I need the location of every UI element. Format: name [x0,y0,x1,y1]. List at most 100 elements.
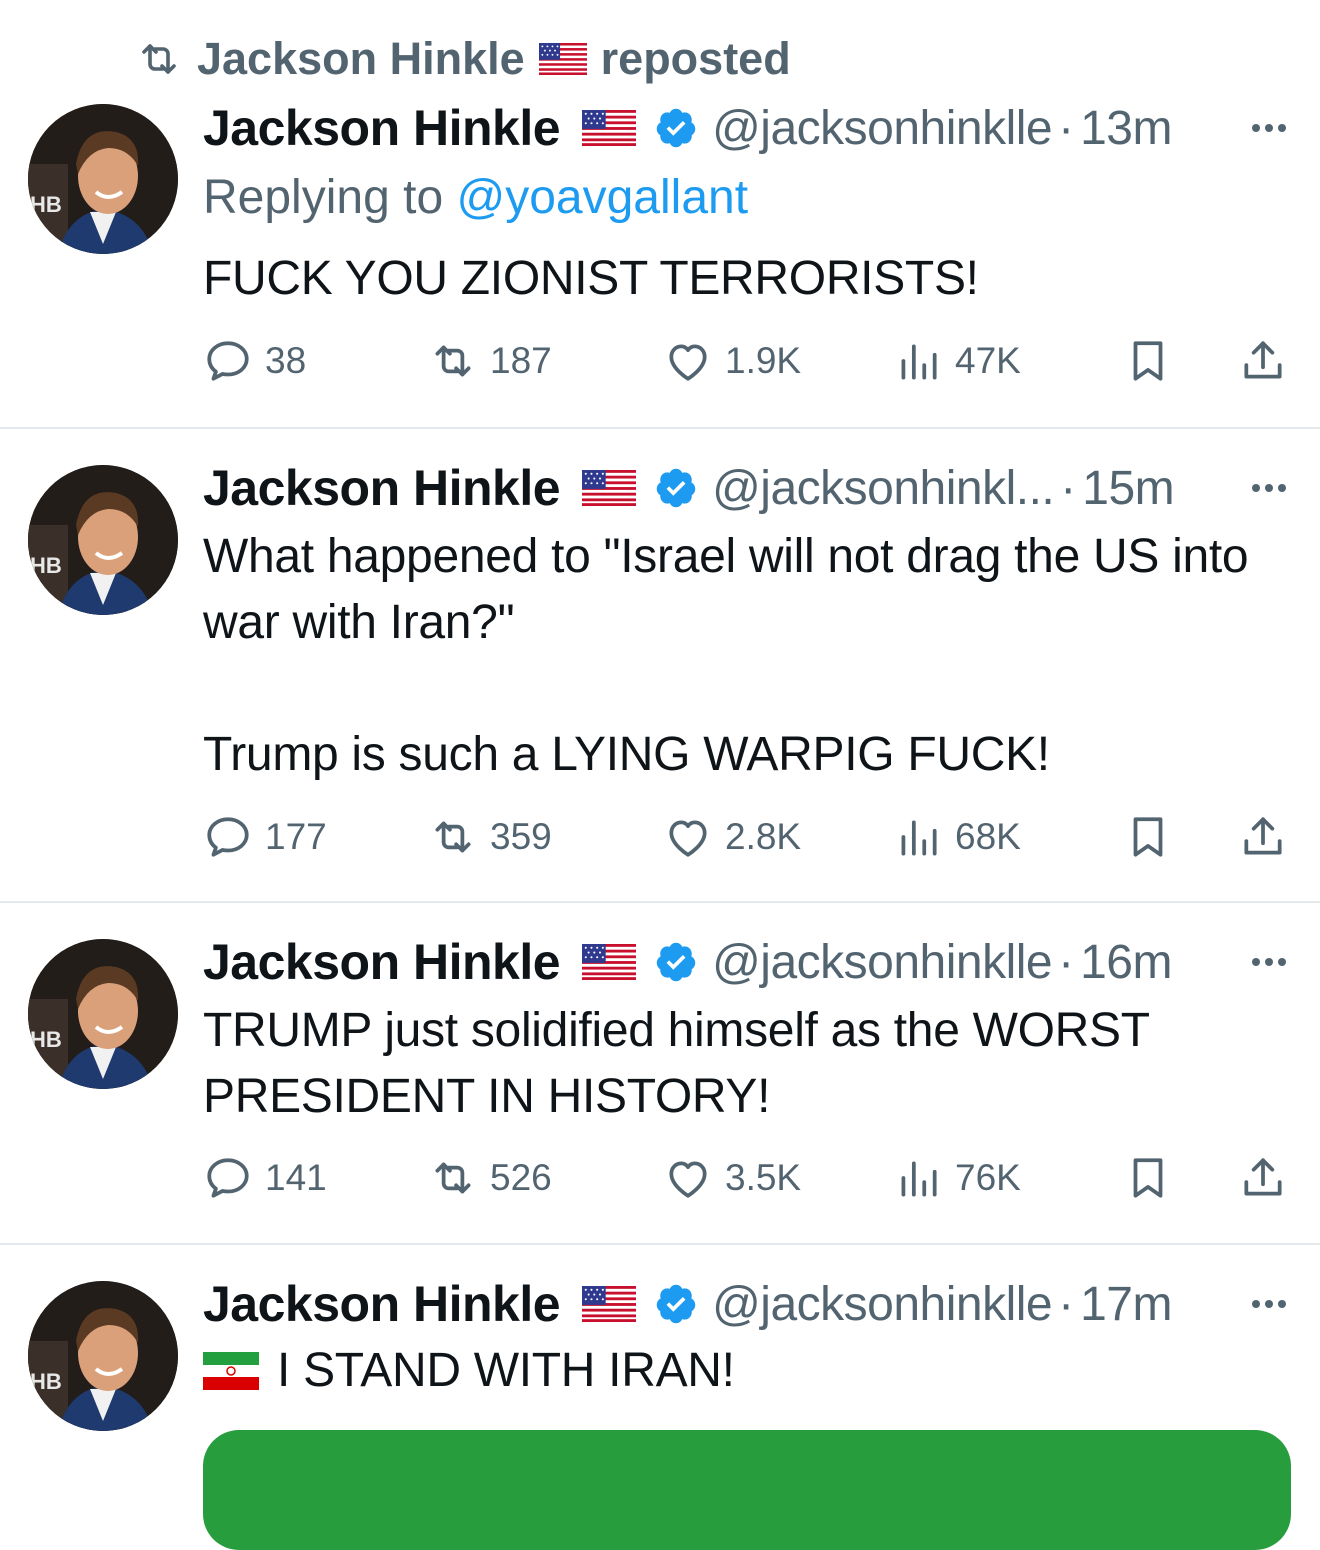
reply-button[interactable]: 141 [203,1153,327,1203]
repost-button[interactable]: 187 [428,336,552,386]
reply-button[interactable]: 38 [203,336,306,386]
separator-dot: · [1058,101,1075,155]
separator-dot: · [1060,461,1077,515]
bookmark-button[interactable] [1123,336,1173,386]
bookmark-icon [1123,812,1173,862]
bookmark-icon [1123,336,1173,386]
tweet-text: FUCK YOU ZIONIST TERRORISTS! [203,252,979,305]
timestamp[interactable]: 16m [1080,935,1172,990]
iran-flag-icon [203,1352,259,1390]
views-icon [893,812,943,862]
reply-icon [203,336,253,386]
repost-icon [428,336,478,386]
like-count: 2.8K [725,816,802,857]
us-flag-icon [582,1286,636,1322]
views-icon [893,1153,943,1203]
reply-icon [203,812,253,862]
tweet-text: TRUMP just solidified himself as the WOR… [203,1004,1162,1123]
heart-icon [663,336,713,386]
reply-button[interactable]: 177 [203,812,327,862]
views-icon [893,336,943,386]
timestamp[interactable]: 17m [1080,1277,1172,1332]
timestamp[interactable]: 13m [1080,101,1172,156]
us-flag-icon [582,470,636,506]
repost-count: 526 [490,1157,552,1198]
avatar[interactable] [28,939,178,1089]
avatar[interactable] [28,465,178,615]
reply-icon [203,1153,253,1203]
views-button[interactable]: 68K [893,812,1021,862]
share-button[interactable] [1238,1153,1288,1203]
like-button[interactable]: 3.5K [663,1153,801,1203]
bookmark-button[interactable] [1123,812,1173,862]
repost-icon [428,812,478,862]
avatar[interactable] [28,1281,178,1431]
separator-dot: · [1058,935,1075,989]
repost-banner-suffix: reposted [600,33,791,84]
author-handle[interactable]: @jacksonhinklle [712,935,1053,990]
action-bar: 38 187 1.9K 47K [203,336,1293,386]
more-options-icon[interactable] [1252,124,1290,132]
us-flag-icon [582,110,636,146]
media-card[interactable] [203,1430,1291,1550]
share-icon [1238,1153,1288,1203]
author-name[interactable]: Jackson Hinkle [203,1275,561,1333]
views-button[interactable]: 47K [893,336,1021,386]
like-button[interactable]: 2.8K [663,812,801,862]
verified-badge-icon[interactable] [654,1282,698,1326]
view-count: 68K [955,816,1021,857]
view-count: 47K [955,340,1021,381]
like-count: 3.5K [725,1157,802,1198]
author-name[interactable]: Jackson Hinkle [203,933,561,991]
views-button[interactable]: 76K [893,1153,1021,1203]
verified-badge-icon[interactable] [654,940,698,984]
share-icon [1238,812,1288,862]
divider [0,427,1320,429]
repost-banner: Jackson Hinkle reposted [135,30,791,88]
replying-to: Replying to @yoavgallant [203,170,748,225]
like-button[interactable]: 1.9K [663,336,801,386]
tweet-text-container: I STAND WITH IRAN! [203,1338,1293,1404]
author-handle[interactable]: @jacksonhinklle [712,101,1053,156]
tweet-text: What happened to "Israel will not drag t… [203,530,1249,781]
tweet-header: Jackson Hinkle @jacksonhinklle · 13m [203,96,1290,160]
action-bar: 141 526 3.5K 76K [203,1153,1293,1203]
timestamp[interactable]: 15m [1082,461,1174,516]
divider [0,1243,1320,1245]
bookmark-button[interactable] [1123,1153,1173,1203]
repost-icon [135,35,183,83]
tweet-text: I STAND WITH IRAN! [277,1344,735,1397]
tweet-header: Jackson Hinkle @jacksonhinkl... · 15m [203,456,1290,520]
heart-icon [663,812,713,862]
replying-to-label: Replying to [203,171,457,224]
us-flag-icon [582,944,636,980]
view-count: 76K [955,1157,1021,1198]
reply-mention-link[interactable]: @yoavgallant [456,171,748,224]
divider [0,901,1320,903]
repost-count: 187 [490,340,552,381]
verified-badge-icon[interactable] [654,106,698,150]
like-count: 1.9K [725,340,802,381]
tweet-header: Jackson Hinkle @jacksonhinklle · 17m [203,1272,1290,1336]
avatar[interactable] [28,104,178,254]
reply-count: 38 [265,340,307,381]
share-button[interactable] [1238,336,1288,386]
more-options-icon[interactable] [1252,1300,1290,1308]
repost-button[interactable]: 359 [428,812,552,862]
repost-button[interactable]: 526 [428,1153,552,1203]
author-name[interactable]: Jackson Hinkle [203,459,561,517]
repost-banner-name[interactable]: Jackson Hinkle [197,33,525,85]
reply-count: 141 [265,1157,327,1198]
action-bar: 177 359 2.8K 68K [203,812,1293,862]
author-handle[interactable]: @jacksonhinkl... [712,461,1055,516]
more-options-icon[interactable] [1252,958,1290,966]
verified-badge-icon[interactable] [654,466,698,510]
repost-count: 359 [490,816,552,857]
author-name[interactable]: Jackson Hinkle [203,99,561,157]
heart-icon [663,1153,713,1203]
tweet-header: Jackson Hinkle @jacksonhinklle · 16m [203,930,1290,994]
repost-icon [428,1153,478,1203]
author-handle[interactable]: @jacksonhinklle [712,1277,1053,1332]
share-button[interactable] [1238,812,1288,862]
more-options-icon[interactable] [1252,484,1290,492]
